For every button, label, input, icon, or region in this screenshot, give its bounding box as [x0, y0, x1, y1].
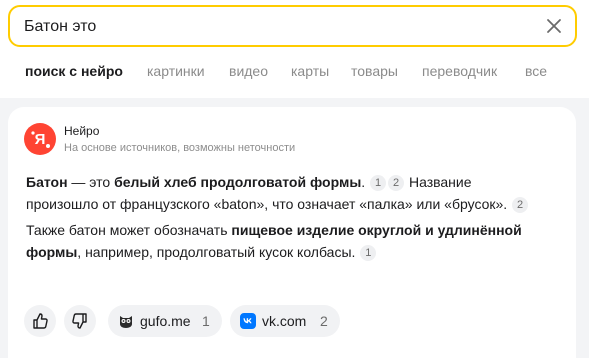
header: поиск с нейро картинки видео карты товар… — [0, 0, 589, 98]
search-input[interactable] — [24, 16, 524, 38]
like-button[interactable] — [24, 305, 56, 337]
citation-ref[interactable]: 1 — [370, 175, 387, 191]
thumbs-up-icon — [33, 313, 48, 329]
source-name: vk.com — [262, 313, 307, 329]
close-icon — [547, 19, 561, 33]
answer-term: Батон — [26, 174, 68, 190]
source-chip-vk[interactable]: vk.com 2 — [230, 305, 340, 337]
answer-paragraph: Батон — это белый хлеб продолговатой фор… — [26, 171, 536, 215]
tab-products[interactable]: товары — [351, 63, 398, 79]
search-box — [8, 5, 577, 47]
answer-text-fragment: — это — [67, 174, 115, 190]
citation-ref[interactable]: 2 — [512, 197, 529, 213]
source-subtitle: На основе источников, возможны неточност… — [64, 142, 296, 154]
answer-text-fragment: Также батон может обозначать — [26, 222, 232, 238]
answer-text: Батон — это белый хлеб продолговатой фор… — [26, 171, 536, 267]
citation-ref[interactable]: 2 — [388, 175, 405, 191]
svg-text:Я: Я — [35, 131, 46, 148]
tab-maps[interactable]: карты — [291, 63, 329, 79]
tab-translator[interactable]: переводчик — [422, 63, 497, 79]
owl-icon — [120, 316, 132, 328]
tab-images[interactable]: картинки — [147, 63, 205, 79]
tab-all[interactable]: все — [525, 63, 547, 79]
source-count: 1 — [202, 313, 210, 329]
source-title: Нейро — [64, 124, 100, 138]
answer-text-fragment: . — [361, 174, 366, 190]
dislike-button[interactable] — [64, 305, 96, 337]
vk-icon — [240, 313, 256, 329]
neuro-logo-icon: Я — [24, 123, 56, 155]
tab-neuro-search[interactable]: поиск с нейро — [25, 63, 123, 79]
source-chip-gufo[interactable]: gufo.me 1 — [108, 305, 222, 337]
citation-ref[interactable]: 1 — [360, 245, 377, 261]
neuro-answer-card: Я Нейро На основе источников, возможны н… — [8, 107, 576, 358]
thumbs-down-icon — [72, 313, 87, 329]
source-name: gufo.me — [140, 313, 191, 329]
answer-text-fragment: , например, продолговатый кусок колбасы. — [77, 244, 356, 260]
source-count: 2 — [320, 313, 328, 329]
clear-button[interactable] — [543, 15, 565, 37]
tab-video[interactable]: видео — [229, 63, 268, 79]
answer-highlight: белый хлеб продолговатой формы — [114, 174, 362, 190]
answer-paragraph: Также батон может обозначать пищевое изд… — [26, 219, 536, 263]
